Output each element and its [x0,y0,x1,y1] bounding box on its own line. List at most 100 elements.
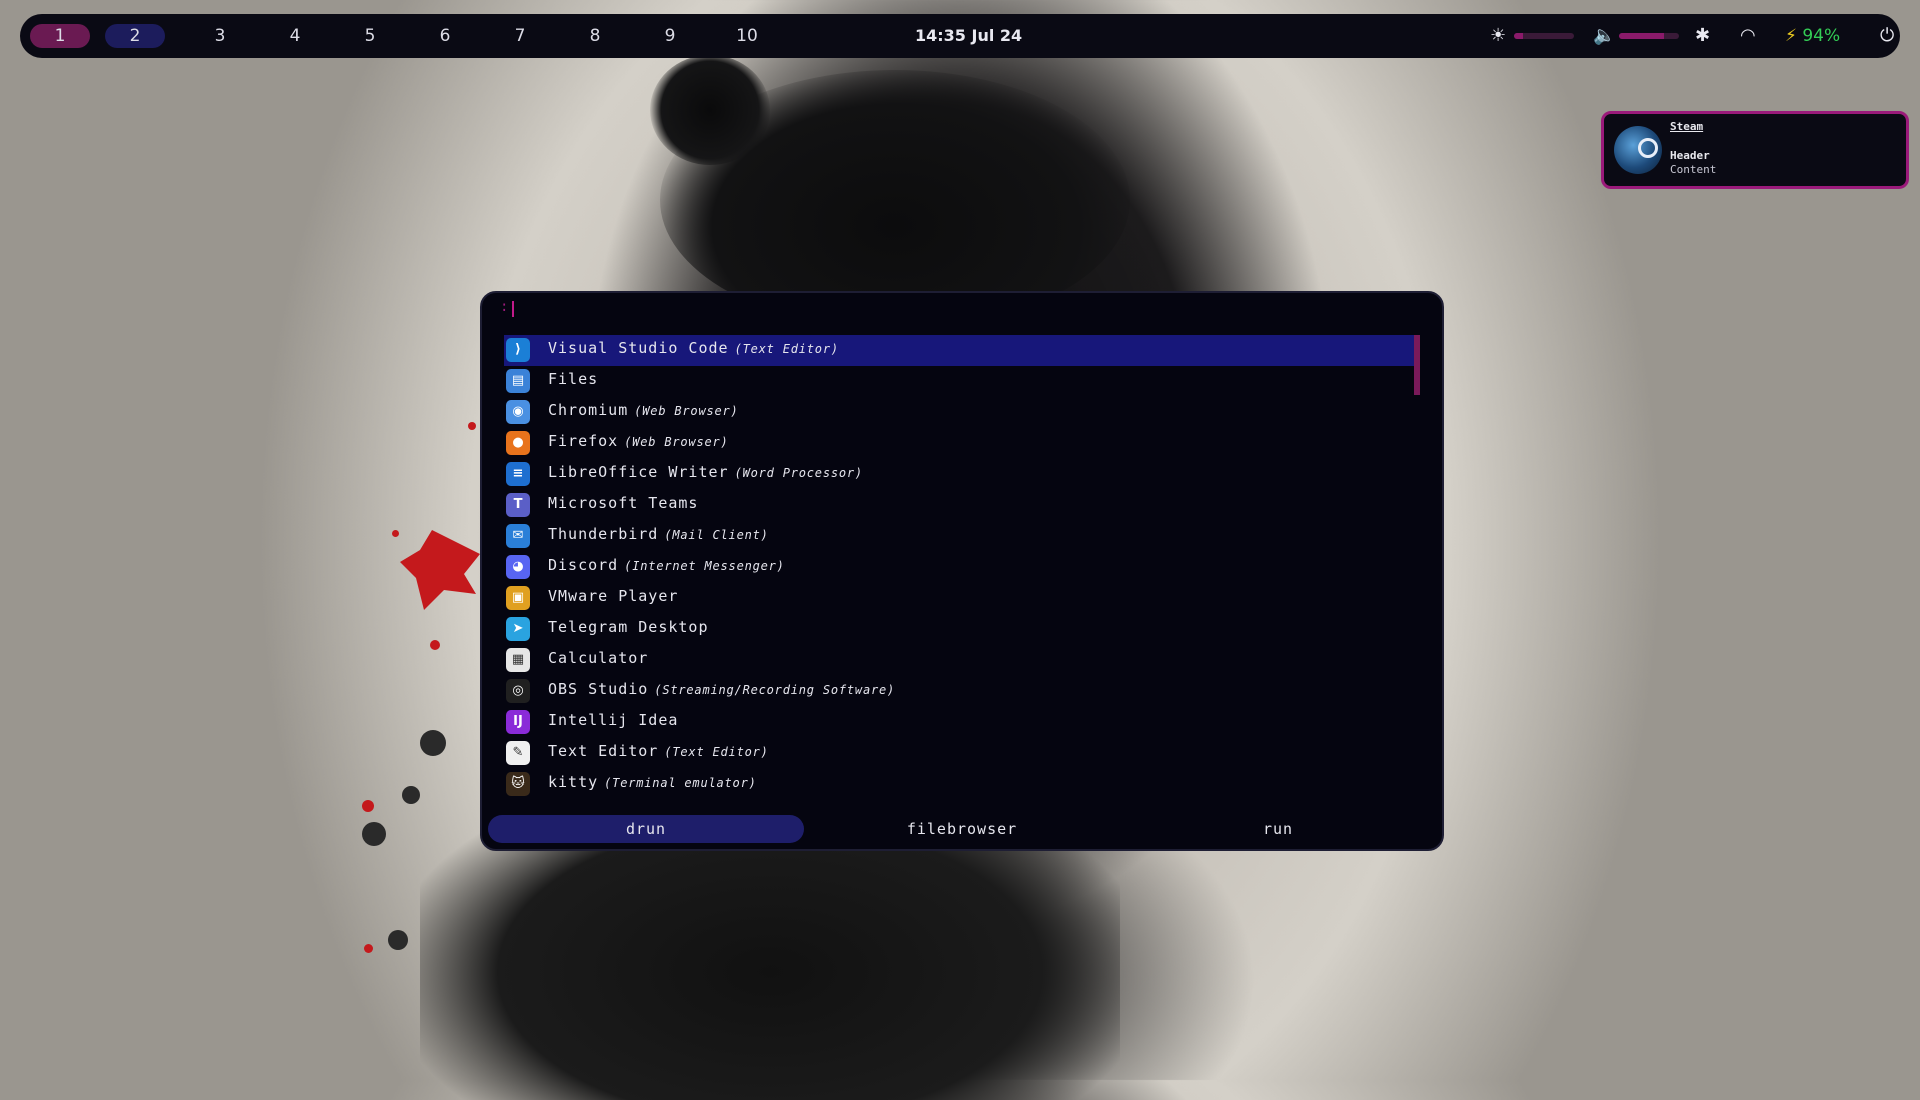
app-list-item[interactable]: IJ Intellij Idea [504,707,1416,738]
volume-icon[interactable]: 🔈 [1593,14,1615,58]
app-name: Text Editor [548,742,659,760]
app-name: Thunderbird [548,525,659,543]
app-name: Microsoft Teams [548,494,699,512]
notification-app-name: Steam [1670,120,1704,133]
wallpaper-ink-smudge [420,730,446,756]
workspace-2[interactable]: 2 [105,24,165,48]
bluetooth-icon[interactable]: ✱ [1695,14,1710,58]
brightness-slider-fill [1514,33,1523,39]
workspace-1[interactable]: 1 [30,24,90,48]
volume-slider[interactable] [1619,33,1679,39]
app-name: VMware Player [548,587,679,605]
workspace-4[interactable]: 4 [280,24,310,48]
app-description: (Mail Client) [664,528,769,542]
app-list-item[interactable]: ▤ Files [504,366,1416,397]
battery-charging-icon: ⚡ [1785,26,1797,46]
app-description: (Streaming/Recording Software) [654,683,896,697]
app-list-item-label: Files [548,366,598,392]
app-list-item-label: Chromium (Web Browser) [548,397,739,424]
app-name: OBS Studio [548,680,649,698]
app-list-item[interactable]: ▦ Calculator [504,645,1416,676]
chromium-icon: ◉ [506,400,530,424]
teams-icon: T [506,493,530,517]
workspace-8[interactable]: 8 [580,24,610,48]
notification-header: Header [1670,149,1710,162]
telegram-icon: ➤ [506,617,530,641]
app-list-item[interactable]: ◉ Chromium (Web Browser) [504,397,1416,428]
workspace-10[interactable]: 10 [729,24,765,48]
thunderbird-icon: ✉ [506,524,530,548]
app-launcher: : ⟩ Visual Studio Code (Text Editor) ▤ Files… [480,291,1444,851]
app-list-item[interactable]: ◎ OBS Studio (Streaming/Recording Software… [504,676,1416,707]
wallpaper-blood-splatter [400,530,480,610]
wallpaper-red-dot [468,422,476,430]
battery-indicator[interactable]: ⚡ 94% [1785,14,1840,58]
steam-notification[interactable]: Steam Header Content [1601,111,1909,189]
workspace-5[interactable]: 5 [355,24,385,48]
launcher-prompt: : [500,299,509,315]
app-list-item-label: Visual Studio Code (Text Editor) [548,335,839,362]
wallpaper-figure-bun [650,55,770,165]
app-list-item[interactable]: ⟩ Visual Studio Code (Text Editor) [504,335,1416,366]
app-description: (Text Editor) [664,745,769,759]
app-list-item-label: Firefox (Web Browser) [548,428,729,455]
app-list-item[interactable]: T Microsoft Teams [504,490,1416,521]
app-list-item[interactable]: ✉ Thunderbird (Mail Client) [504,521,1416,552]
app-list-item[interactable]: ✎ Text Editor (Text Editor) [504,738,1416,769]
app-list-item[interactable]: 🐱 kitty (Terminal emulator) [504,769,1416,800]
app-name: Intellij Idea [548,711,679,729]
launcher-scrollbar[interactable] [1414,335,1420,395]
app-name: Firefox [548,432,619,450]
app-list-item[interactable]: ▣ VMware Player [504,583,1416,614]
app-name: Discord [548,556,619,574]
app-name: Telegram Desktop [548,618,709,636]
mode-drun[interactable]: drun [488,815,804,843]
app-name: Calculator [548,649,649,667]
app-list-item[interactable]: ≡ LibreOffice Writer (Word Processor) [504,459,1416,490]
app-list-item-label: OBS Studio (Streaming/Recording Software) [548,676,895,703]
wallpaper-ink-smudge [388,930,408,950]
app-list-item-label: Telegram Desktop [548,614,709,640]
app-name: Chromium [548,401,629,419]
files-icon: ▤ [506,369,530,393]
app-description: (Web Browser) [624,435,729,449]
vmware-icon: ▣ [506,586,530,610]
power-icon[interactable]: ⏻ [1880,14,1894,58]
wallpaper-red-dot [362,800,374,812]
app-list-item-label: Microsoft Teams [548,490,698,516]
app-list-item[interactable]: ➤ Telegram Desktop [504,614,1416,645]
firefox-icon: ● [506,431,530,455]
intellij-icon: IJ [506,710,530,734]
app-list-item-label: Thunderbird (Mail Client) [548,521,769,548]
wallpaper-red-dot [392,530,399,537]
app-list: ⟩ Visual Studio Code (Text Editor) ▤ Files ◉ C… [504,335,1416,800]
workspace-7[interactable]: 7 [505,24,535,48]
workspace-3[interactable]: 3 [205,24,235,48]
text-editor-icon: ✎ [506,741,530,765]
volume-slider-fill [1619,33,1664,39]
kitty-icon: 🐱 [506,772,530,796]
app-description: (Internet Messenger) [624,559,785,573]
clock[interactable]: 14:35 Jul 24 [915,14,1022,58]
app-description: (Text Editor) [734,342,839,356]
app-list-item[interactable]: ◕ Discord (Internet Messenger) [504,552,1416,583]
app-name: LibreOffice Writer [548,463,729,481]
calculator-icon: ▦ [506,648,530,672]
wallpaper-ink-smudge [402,786,420,804]
brightness-slider[interactable] [1514,33,1574,39]
workspace-6[interactable]: 6 [430,24,460,48]
discord-icon: ◕ [506,555,530,579]
top-bar: 1 2 3 4 5 6 7 8 9 10 14:35 Jul 24 ☀ 🔈 ✱ … [20,14,1900,58]
app-list-item-label: Text Editor (Text Editor) [548,738,769,765]
steam-icon [1614,126,1662,174]
wallpaper-red-dot [430,640,440,650]
app-list-item-label: kitty (Terminal emulator) [548,769,757,796]
app-list-item[interactable]: ● Firefox (Web Browser) [504,428,1416,459]
mode-run[interactable]: run [1120,815,1436,843]
workspace-9[interactable]: 9 [655,24,685,48]
search-input-cursor[interactable] [512,301,514,317]
brightness-icon[interactable]: ☀ [1490,14,1506,58]
wallpaper-red-dot [364,944,373,953]
wifi-icon[interactable]: ◠ [1740,14,1756,58]
mode-filebrowser[interactable]: filebrowser [804,815,1120,843]
